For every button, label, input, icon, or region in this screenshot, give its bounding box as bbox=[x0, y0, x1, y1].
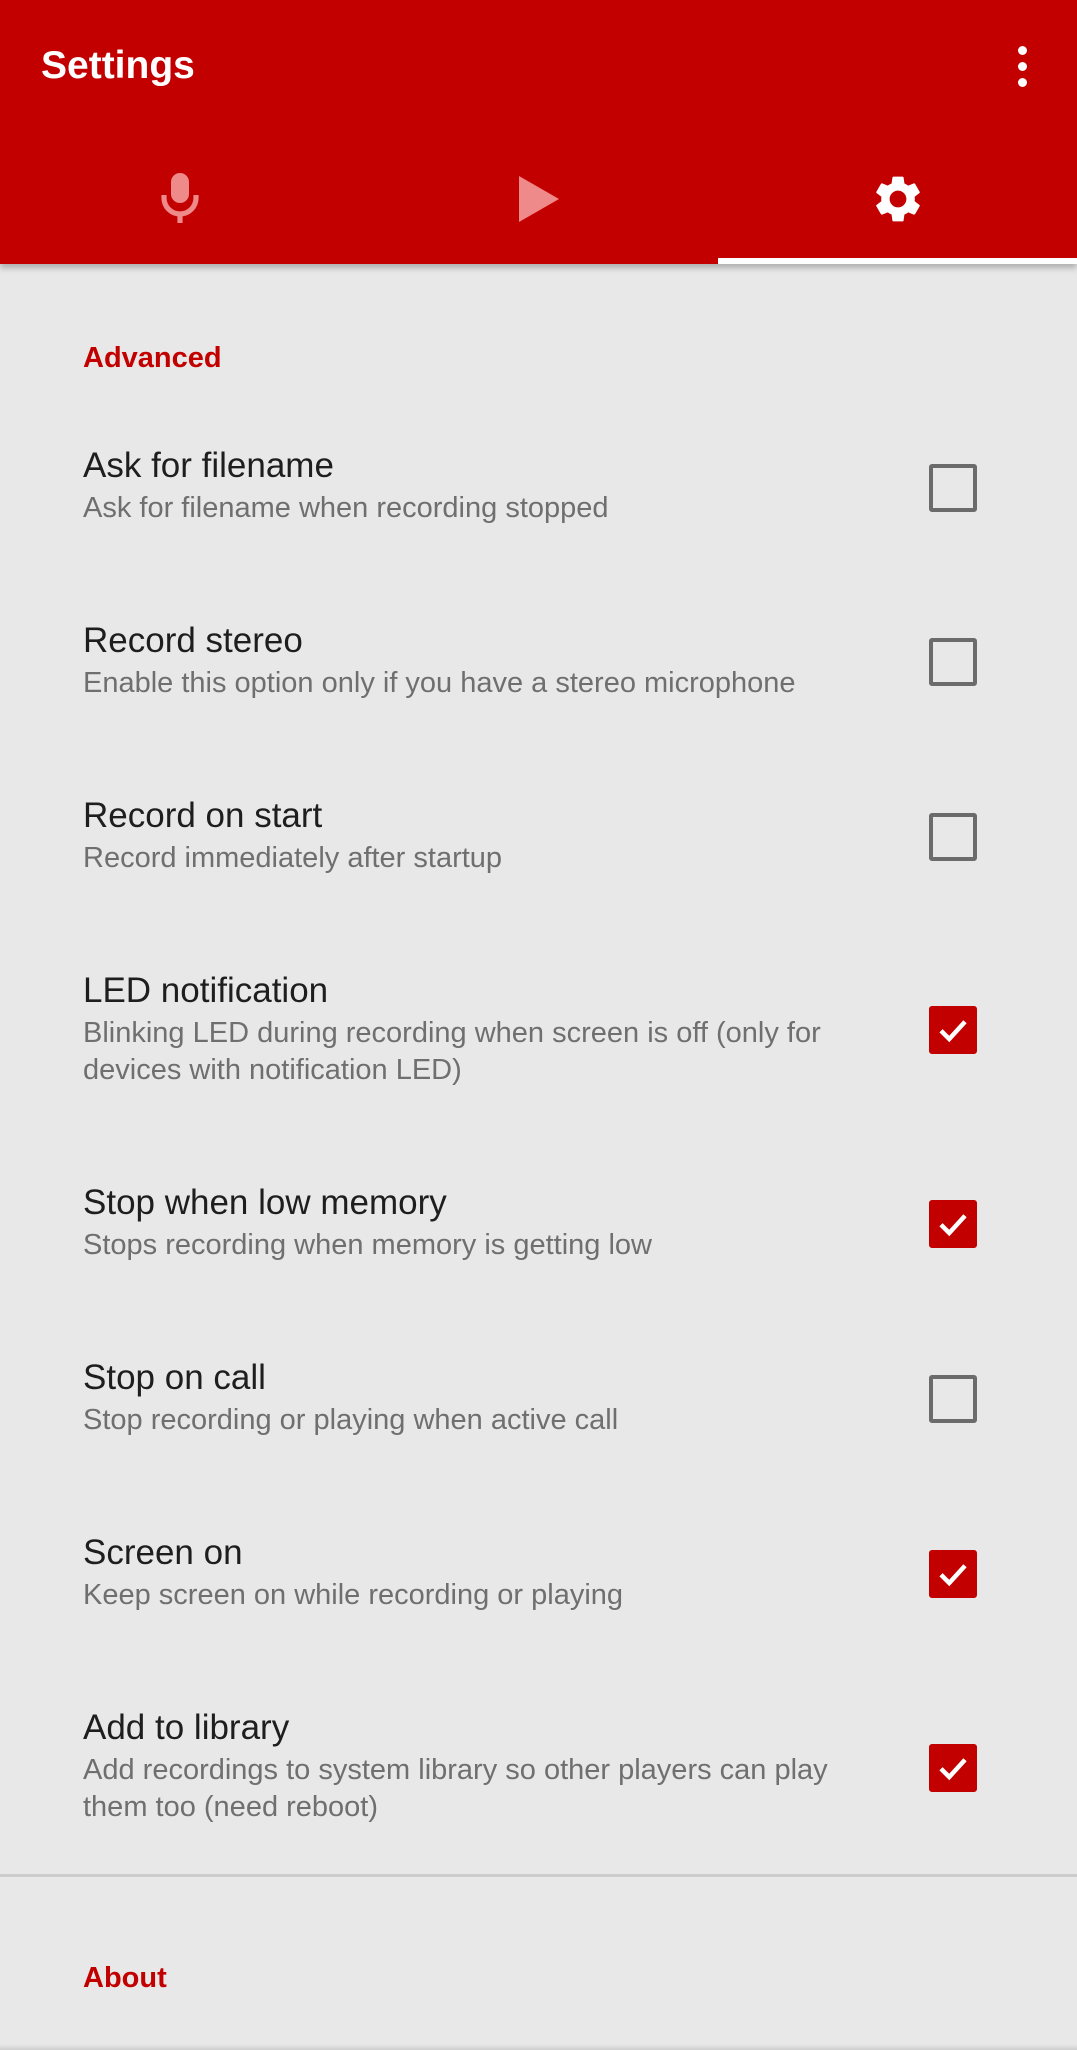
pref-summary: Record immediately after startup bbox=[83, 842, 503, 874]
pref-title: Ask for filename bbox=[83, 446, 334, 485]
more-vert-icon bbox=[1017, 45, 1027, 55]
pref-title: Screen on bbox=[83, 1533, 243, 1572]
more-vert-icon-dot bbox=[1017, 77, 1027, 87]
pref-summary: Add recordings to system library so othe… bbox=[83, 1754, 828, 1823]
section-header-about[interactable]: About bbox=[83, 1958, 167, 1998]
pref-title: Stop on call bbox=[83, 1358, 266, 1397]
section-header-advanced: Advanced bbox=[83, 342, 222, 374]
checkbox-led-notification[interactable] bbox=[929, 1006, 977, 1054]
page-title: Settings bbox=[41, 44, 195, 87]
more-vert-icon-dot bbox=[1017, 61, 1027, 71]
tab-settings[interactable] bbox=[718, 134, 1077, 264]
app-bar: Settings bbox=[0, 0, 1077, 264]
more-options-button[interactable] bbox=[997, 36, 1047, 96]
pref-title: Record stereo bbox=[83, 621, 303, 660]
checkbox-add-to-library[interactable] bbox=[929, 1744, 977, 1792]
checkbox-ask-for-filename[interactable] bbox=[929, 464, 977, 512]
gear-icon bbox=[875, 176, 920, 222]
checkbox-screen-on[interactable] bbox=[929, 1550, 977, 1598]
checkmark-icon bbox=[939, 1020, 967, 1043]
checkmark-icon bbox=[939, 1564, 967, 1587]
section-divider bbox=[0, 1874, 1077, 1877]
checkbox-stop-when-low-memory[interactable] bbox=[929, 1200, 977, 1248]
pref-summary: Keep screen on while recording or playin… bbox=[83, 1579, 624, 1611]
pref-summary: Stop recording or playing when active ca… bbox=[83, 1404, 619, 1436]
checkbox-record-stereo[interactable] bbox=[929, 638, 977, 686]
pref-title: Record on start bbox=[83, 796, 323, 835]
pref-summary: Enable this option only if you have a st… bbox=[83, 667, 796, 699]
checkbox-record-on-start[interactable] bbox=[929, 813, 977, 861]
tab-bar bbox=[0, 134, 1077, 264]
checkmark-icon bbox=[939, 1214, 967, 1237]
microphone-icon bbox=[160, 173, 199, 223]
pref-summary: Stops recording when memory is getting l… bbox=[83, 1229, 652, 1261]
pref-title: LED notification bbox=[83, 971, 329, 1010]
tab-play[interactable] bbox=[359, 134, 718, 264]
settings-list: Advanced Ask for filename Ask for filena… bbox=[0, 264, 1077, 2050]
pref-summary: Blinking LED during recording when scree… bbox=[83, 1017, 821, 1086]
play-icon bbox=[518, 176, 559, 222]
pref-title: Add to library bbox=[83, 1708, 290, 1747]
checkbox-stop-on-call[interactable] bbox=[929, 1375, 977, 1423]
pref-title: Stop when low memory bbox=[83, 1183, 447, 1222]
checkmark-icon bbox=[939, 1758, 967, 1781]
tab-selected-indicator bbox=[718, 258, 1077, 264]
pref-summary: Ask for filename when recording stopped bbox=[83, 492, 609, 524]
tab-record[interactable] bbox=[0, 134, 359, 264]
bottom-edge bbox=[0, 2044, 1077, 2050]
